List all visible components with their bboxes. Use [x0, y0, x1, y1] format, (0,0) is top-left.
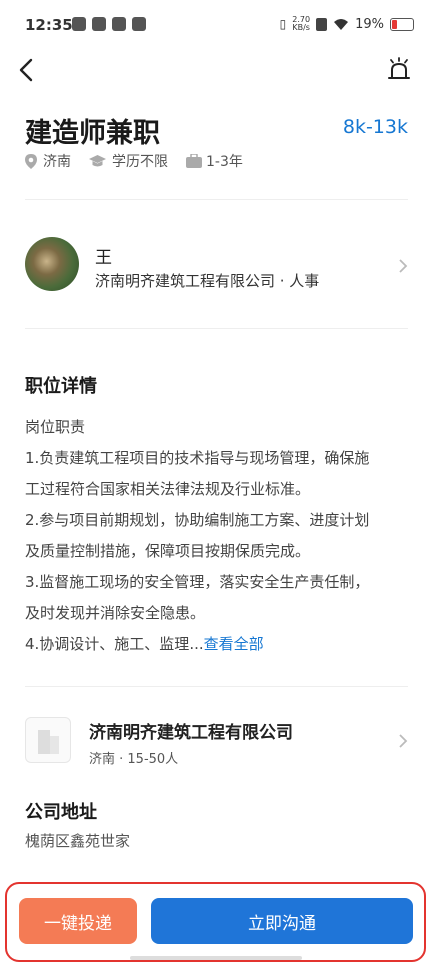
battery-icon: [390, 17, 414, 31]
description-line: 3.监督施工现场的安全管理，落实安全生产责任制，: [25, 573, 370, 591]
job-title: 建造师兼职: [25, 118, 160, 149]
mail-notification-icon: [92, 17, 106, 31]
divider: [25, 328, 408, 329]
status-bar: 12:35 ▯ 2.70 KB/s 19%: [0, 0, 432, 50]
tiktok-notification-icon: [112, 17, 126, 31]
recruiter-name: 王: [95, 248, 112, 268]
chat-now-button[interactable]: 立即沟通: [151, 898, 413, 944]
company-name: 济南明齐建筑工程有限公司: [89, 723, 293, 743]
alert-icon[interactable]: [386, 56, 412, 84]
vibrate-icon: ▯: [279, 17, 287, 31]
location-tag: 济南: [25, 151, 71, 171]
view-all-link[interactable]: 查看全部: [204, 635, 264, 653]
description-line: 4.协调设计、施工、监理...: [25, 635, 204, 653]
description-line: 及质量控制措施，保障项目按期保质完成。: [25, 542, 311, 560]
status-time: 12:35: [25, 16, 73, 34]
app-notification-icon: [72, 17, 86, 31]
briefcase-icon: [186, 154, 202, 168]
wifi-icon: [334, 18, 349, 30]
job-tags: 济南 学历不限 1-3年: [25, 151, 243, 171]
job-salary: 8k-13k: [342, 116, 408, 138]
chevron-right-icon: [399, 734, 408, 748]
description-line: 及时发现并消除安全隐患。: [25, 604, 206, 622]
graduation-cap-icon: [89, 154, 106, 166]
description-line: 工过程符合国家相关法律法规及行业标准。: [25, 480, 311, 498]
app-grid-notification-icon: [132, 17, 146, 31]
job-description: 岗位职责 1.负责建筑工程项目的技术指导与现场管理，确保施 工过程符合国家相关法…: [25, 412, 410, 660]
recruiter-card[interactable]: 王 济南明齐建筑工程有限公司 · 人事: [0, 220, 432, 310]
sim-icon: [316, 17, 328, 31]
description-line: 2.参与项目前期规划，协助编制施工方案、进度计划: [25, 511, 370, 529]
education-text: 学历不限: [112, 154, 168, 170]
experience-tag: 1-3年: [186, 151, 243, 171]
speed-unit: KB/s: [292, 23, 310, 32]
status-right: ▯ 2.70 KB/s 19%: [280, 16, 414, 32]
company-info: 济南 · 15-50人: [89, 752, 179, 767]
description-line: 1.负责建筑工程项目的技术指导与现场管理，确保施: [25, 449, 370, 467]
company-card[interactable]: 济南明齐建筑工程有限公司 济南 · 15-50人: [0, 705, 432, 775]
divider: [25, 686, 408, 687]
chevron-right-icon: [399, 259, 408, 273]
divider: [25, 199, 408, 200]
back-arrow-icon[interactable]: [14, 56, 42, 84]
quick-apply-button[interactable]: 一键投递: [19, 898, 137, 944]
location-text: 济南: [43, 154, 71, 170]
description-line: 岗位职责: [25, 418, 86, 436]
home-indicator[interactable]: [130, 956, 302, 960]
address-heading: 公司地址: [25, 802, 97, 823]
network-speed: 2.70 KB/s: [292, 16, 310, 32]
details-heading: 职位详情: [25, 376, 97, 397]
company-logo: [25, 717, 71, 763]
building-icon: [38, 730, 59, 754]
recruiter-company: 济南明齐建筑工程有限公司 · 人事: [95, 272, 320, 290]
address-value[interactable]: 槐荫区鑫苑世家: [25, 830, 130, 851]
notification-icons: [72, 17, 146, 31]
education-tag: 学历不限: [89, 151, 168, 171]
experience-text: 1-3年: [206, 154, 243, 170]
recruiter-avatar: [25, 237, 79, 291]
battery-percent: 19%: [355, 16, 384, 32]
description-last-line: 4.协调设计、施工、监理...查看全部: [25, 629, 410, 660]
location-pin-icon: [25, 153, 37, 169]
